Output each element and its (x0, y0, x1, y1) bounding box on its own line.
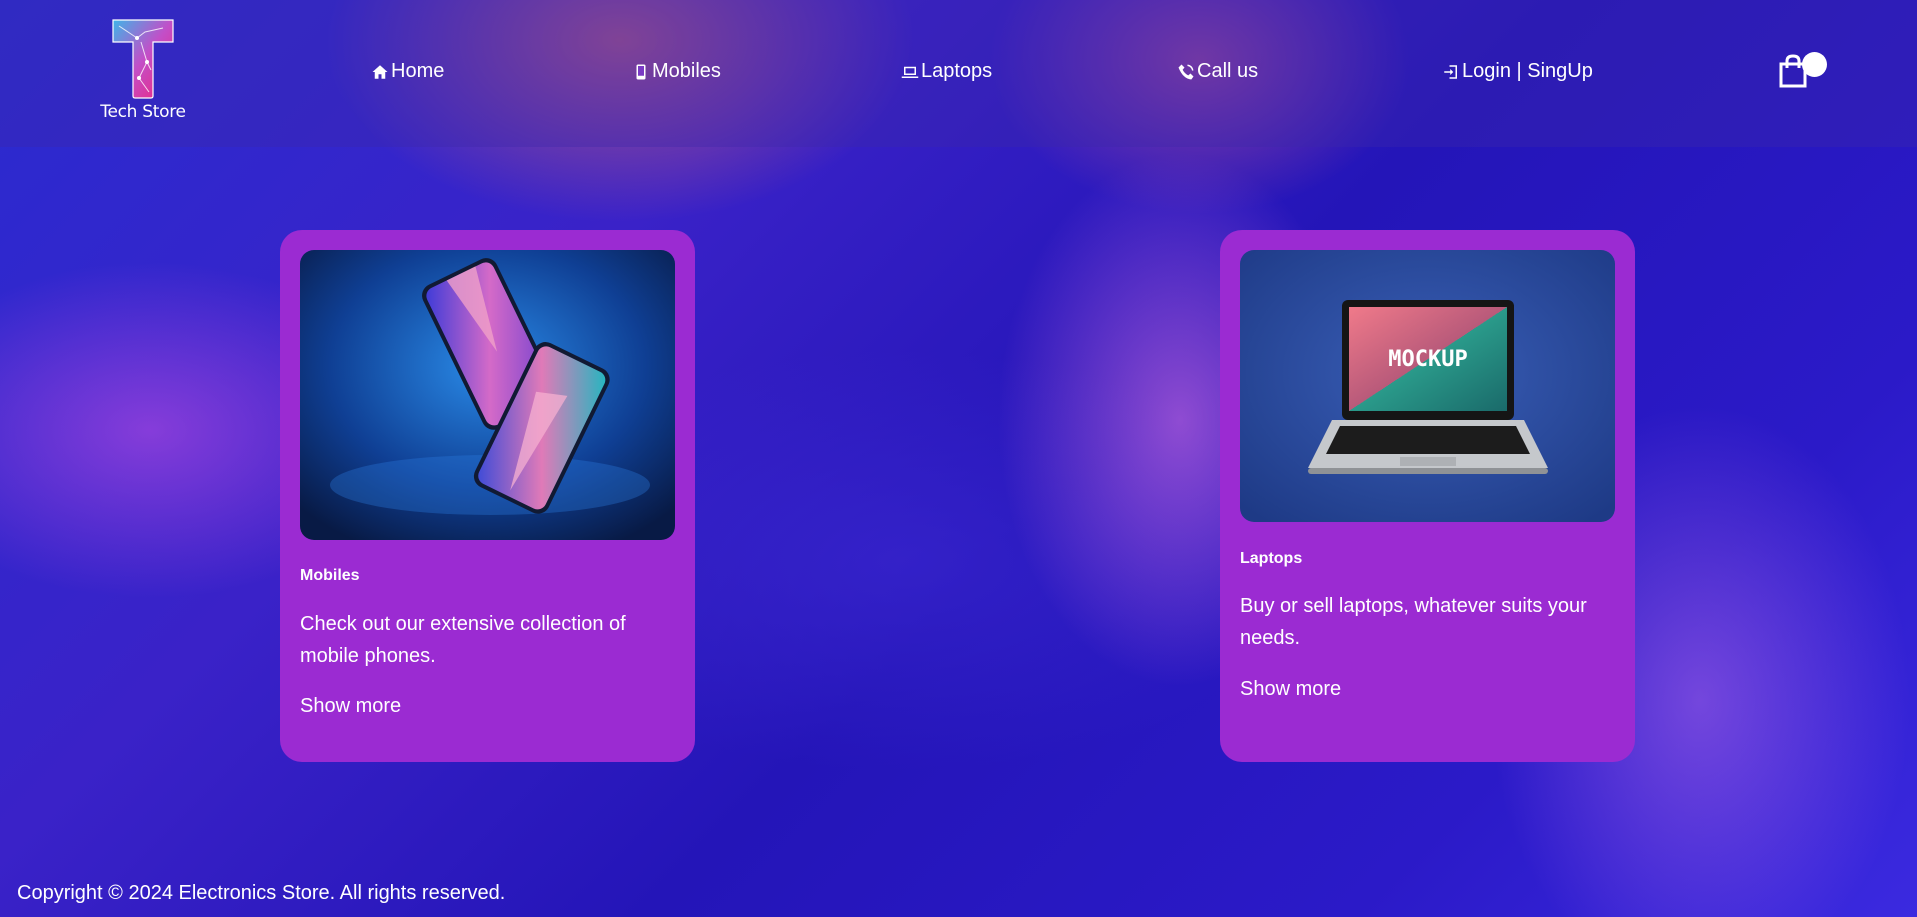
nav-home-label: Home (391, 60, 445, 82)
laptop-icon (901, 66, 919, 78)
nav-call-us[interactable]: Call us (1177, 60, 1258, 83)
phone-icon (1178, 64, 1194, 79)
nav-login-signup[interactable]: Login | SingUp (1442, 60, 1593, 83)
footer-copyright: Copyright © 2024 Electronics Store. All … (17, 882, 506, 904)
mockup-screen-text: MOCKUP (1388, 347, 1467, 372)
show-more-mobiles-link[interactable]: Show more (300, 695, 401, 718)
mobiles-card: Mobiles Check out our extensive collecti… (280, 230, 695, 762)
brand-logo[interactable]: Tech Store (98, 18, 188, 122)
nav-login-signup-label: Login | SingUp (1462, 60, 1593, 82)
phones-image (300, 250, 675, 540)
show-more-laptops-link[interactable]: Show more (1240, 678, 1341, 701)
site-header: Tech Store Home Mobiles Laptops Call us … (0, 0, 1917, 147)
cart-count-badge (1802, 52, 1827, 77)
laptop-mockup-image: MOCKUP (1240, 250, 1615, 522)
card-description: Buy or sell laptops, whatever suits your… (1240, 595, 1587, 649)
nav-laptops[interactable]: Laptops (901, 60, 992, 83)
nav-home[interactable]: Home (371, 60, 444, 83)
brand-name: Tech Store (100, 102, 186, 122)
card-title: Laptops (1240, 550, 1303, 567)
nav-call-us-label: Call us (1197, 60, 1259, 82)
card-description: Check out our extensive collection of mo… (300, 613, 626, 667)
mobile-icon (636, 64, 646, 79)
login-icon (1444, 64, 1457, 79)
nav-laptops-label: Laptops (921, 60, 993, 82)
logo-t-icon (112, 19, 174, 99)
nav-mobiles[interactable]: Mobiles (632, 60, 721, 83)
laptops-card: MOCKUP Laptops Buy or sell laptops, what… (1220, 230, 1635, 762)
nav-mobiles-label: Mobiles (652, 60, 721, 82)
card-title: Mobiles (300, 567, 360, 584)
home-icon (372, 64, 388, 79)
